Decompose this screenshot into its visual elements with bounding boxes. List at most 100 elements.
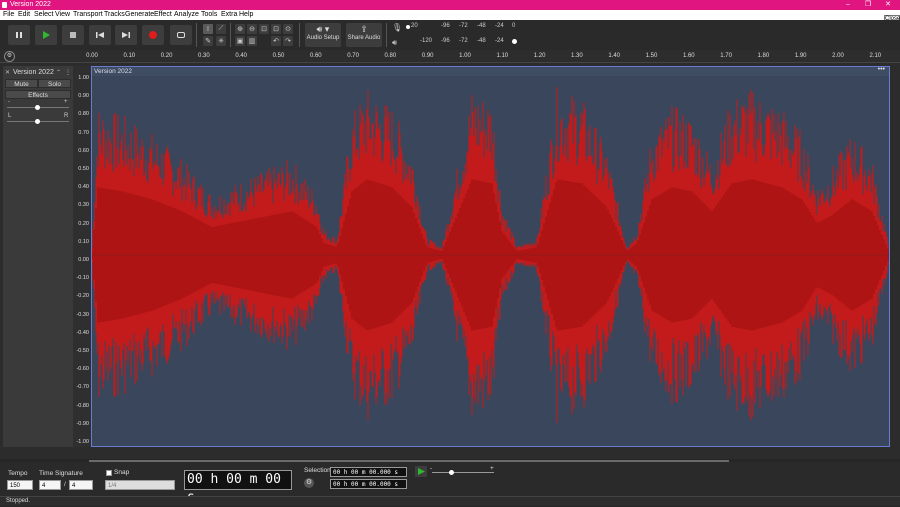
menu-effect[interactable]: Effect	[154, 11, 172, 18]
zoom-in-button[interactable]: ⊕	[235, 24, 245, 34]
effects-button[interactable]: Effects	[5, 90, 71, 99]
play-icon	[43, 31, 50, 39]
envelope-icon: ⟋	[218, 25, 224, 32]
play-speed-plus: +	[490, 465, 494, 472]
menu-file[interactable]: File	[3, 11, 14, 18]
amplitude-tick-label: 0.80	[78, 111, 89, 118]
selection-end-time[interactable]: 00 h 00 m 00.000 s	[330, 479, 407, 489]
record-meter-knob[interactable]	[406, 25, 410, 29]
playback-meter-knob[interactable]	[512, 39, 517, 44]
play-speed-slider[interactable]	[432, 472, 494, 473]
amplitude-tick-label: -0.70	[76, 384, 89, 391]
amplitude-tick-label: 0.50	[78, 166, 89, 172]
fit-project-button[interactable]: ⊡	[271, 24, 281, 34]
tempo-label: Tempo	[8, 470, 28, 477]
clip-header[interactable]: Version 2022 •••	[92, 66, 889, 76]
redo-button[interactable]: ↷	[283, 36, 293, 46]
ruler-tick-label: 0.50	[272, 53, 285, 59]
clip-menu-icon[interactable]: •••	[878, 66, 885, 73]
menu-select[interactable]: Select	[34, 11, 53, 18]
time-display[interactable]: 00 h 00 m 00 s	[184, 470, 292, 505]
close-icon[interactable]: ✕	[878, 0, 898, 10]
menu-tools[interactable]: Tools	[201, 11, 217, 18]
menu-tracks[interactable]: Tracks	[104, 11, 125, 18]
speaker-meter-icon: 🔊︎	[392, 38, 398, 47]
audio-clip[interactable]: Version 2022 •••	[91, 66, 890, 447]
ruler-tick-label: 0.90	[421, 53, 434, 59]
ruler-tick-label: 0.80	[384, 53, 397, 59]
ruler-tick-label: 1.20	[533, 53, 546, 59]
play-button[interactable]	[35, 25, 57, 45]
skip-end-icon	[122, 32, 130, 38]
draw-tool-button[interactable]: ✎	[203, 36, 213, 46]
status-bar: Stopped.	[0, 496, 900, 506]
amplitude-tick-label: -0.30	[76, 311, 89, 318]
amplitude-tick-label: 0.10	[78, 238, 89, 245]
mute-button[interactable]: Mute	[5, 79, 38, 88]
menu-transport[interactable]: Transport	[73, 11, 103, 18]
record-meter-tick: -96	[441, 23, 450, 29]
skip-start-button[interactable]	[89, 25, 111, 45]
loop-button[interactable]	[170, 25, 192, 45]
record-meter-tick: -48	[477, 23, 486, 29]
menu-help[interactable]: Help	[239, 11, 253, 18]
envelope-tool-button[interactable]: ⟋	[216, 24, 226, 34]
ruler-tick-label: 1.50	[645, 53, 658, 59]
menu-analyze[interactable]: Analyze	[174, 11, 199, 18]
clip-name[interactable]: Version 2022	[94, 68, 132, 75]
zoom-out-button[interactable]: ⊖	[247, 24, 257, 34]
record-meter[interactable]: 🎙︎ 20 -96 -72 -48 -24 0	[392, 22, 517, 32]
audio-setup-button[interactable]: 🔊︎ ▾ Audio Setup	[305, 23, 341, 47]
maximize-icon[interactable]: ❐	[858, 0, 878, 10]
time-signature-denominator[interactable]: 4	[69, 480, 93, 490]
speaker-icon: 🔊︎ ▾	[316, 24, 330, 34]
snap-select[interactable]: 1/4	[105, 480, 175, 490]
timeline-ruler[interactable]: ⚙ 0.00 0.10 0.20 0.30 0.40 0.50 0.60 0.70 0.80 0.…	[0, 50, 900, 63]
menu-extra[interactable]: Extra	[221, 11, 237, 18]
trim-button[interactable]: ▣	[235, 36, 245, 46]
loop-icon	[177, 32, 185, 38]
menu-view[interactable]: View	[55, 11, 70, 18]
close-track-icon[interactable]: ✕	[5, 69, 10, 76]
timeline-options-gear-icon[interactable]: ⚙	[4, 51, 15, 62]
selection-tool-button[interactable]: I	[203, 24, 213, 34]
trim-icon: ▣	[236, 38, 244, 45]
menu-edit[interactable]: Edit	[18, 11, 30, 18]
ruler-tick-label: 1.80	[757, 53, 770, 59]
track-name[interactable]: Version 2022	[13, 69, 54, 76]
multi-tool-button[interactable]: ✳	[216, 36, 226, 46]
selection-options-gear-icon[interactable]: ⚙	[304, 478, 314, 488]
solo-button[interactable]: Solo	[38, 79, 71, 88]
gain-slider-knob[interactable]	[35, 105, 40, 110]
ruler-tick-label: 1.70	[720, 53, 732, 59]
tempo-input[interactable]: 150	[7, 480, 33, 490]
track-menu-icon[interactable]: ⋮	[65, 69, 71, 76]
play-at-speed-button[interactable]	[415, 466, 427, 477]
collapse-track-icon[interactable]: ⌃	[56, 69, 61, 76]
app-icon	[2, 2, 7, 8]
menu-generate[interactable]: Generate	[125, 11, 154, 18]
silence-button[interactable]: ▥	[247, 36, 257, 46]
zoom-toggle-button[interactable]: ⊙	[283, 24, 293, 34]
title-bar: Version 2022 – ❐ ✕	[0, 0, 900, 10]
amplitude-tick-label: 0.70	[78, 129, 89, 136]
minimize-icon[interactable]: –	[838, 0, 858, 10]
waveform[interactable]	[92, 76, 889, 446]
share-audio-button[interactable]: ⇪ Share Audio	[346, 23, 382, 47]
pan-right-label: R	[64, 113, 69, 119]
pan-slider-knob[interactable]	[35, 119, 40, 124]
selection-start-time[interactable]: 00 h 00 m 00.000 s	[330, 467, 407, 477]
record-button[interactable]	[142, 25, 164, 45]
undo-button[interactable]: ↶	[271, 36, 281, 46]
time-signature-numerator[interactable]: 4	[39, 480, 61, 490]
playback-meter[interactable]: 🔊︎ -120 -96 -72 -48 -24	[392, 37, 517, 47]
multi-tool-icon: ✳	[218, 38, 224, 45]
snap-checkbox[interactable]	[106, 470, 112, 476]
amplitude-tick-label: -0.50	[76, 348, 89, 354]
skip-end-button[interactable]	[115, 25, 137, 45]
play-speed-knob[interactable]	[449, 470, 454, 475]
fit-selection-button[interactable]: ⊡	[259, 24, 269, 34]
gain-plus-label: +	[64, 99, 68, 105]
stop-button[interactable]	[62, 25, 84, 45]
pause-button[interactable]	[8, 25, 30, 45]
